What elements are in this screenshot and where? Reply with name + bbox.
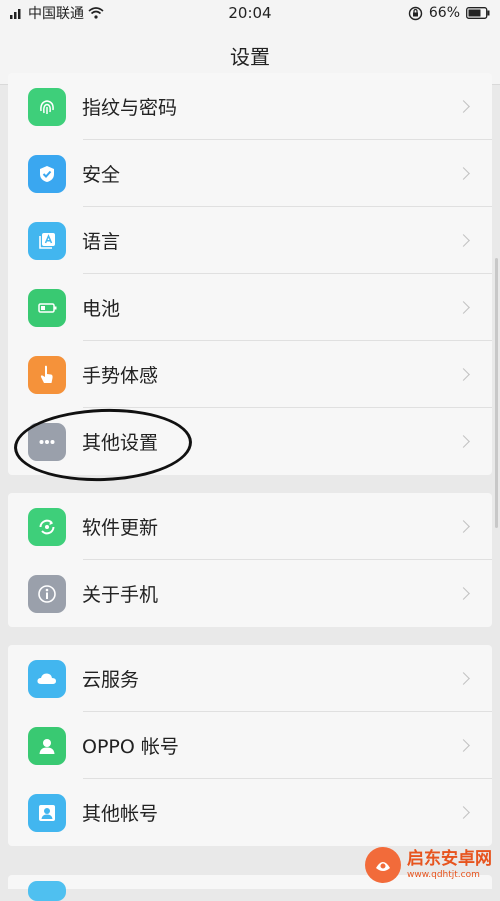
battery-icon xyxy=(28,288,66,327)
group-gap xyxy=(0,627,500,645)
chevron-right-icon xyxy=(457,301,470,314)
settings-group-2: 软件更新 关于手机 xyxy=(8,493,492,627)
chevron-right-icon xyxy=(457,587,470,600)
shield-icon xyxy=(28,154,66,193)
account-icon xyxy=(28,726,66,765)
page-title: 设置 xyxy=(230,44,270,69)
update-icon xyxy=(28,507,66,546)
chevron-right-icon xyxy=(457,672,470,685)
chevron-right-icon xyxy=(457,806,470,819)
settings-item-battery[interactable]: 电池 xyxy=(8,274,492,341)
chevron-right-icon xyxy=(457,234,470,247)
watermark-logo-icon xyxy=(365,847,401,883)
fingerprint-icon xyxy=(28,87,66,126)
settings-item-label: 电池 xyxy=(82,298,121,320)
settings-item-label: 语言 xyxy=(82,231,121,253)
chevron-right-icon xyxy=(457,100,470,113)
settings-item-language[interactable]: 语言 xyxy=(8,207,492,274)
settings-item-security[interactable]: 安全 xyxy=(8,140,492,207)
info-icon xyxy=(28,574,66,613)
settings-item-label: 安全 xyxy=(82,164,121,186)
chevron-right-icon xyxy=(457,520,470,533)
settings-item-fingerprint[interactable]: 指纹与密码 xyxy=(8,73,492,140)
clock: 20:04 xyxy=(228,4,272,22)
settings-item-oppo-account[interactable]: OPPO 帐号 xyxy=(8,712,492,779)
settings-item-cloud[interactable]: 云服务 xyxy=(8,645,492,712)
chevron-right-icon xyxy=(457,368,470,381)
settings-item-software-update[interactable]: 软件更新 xyxy=(8,493,492,560)
settings-item-label: 其他设置 xyxy=(82,432,159,454)
watermark-sub: www.qdhtjt.com xyxy=(407,869,480,880)
language-icon xyxy=(28,221,66,260)
more-icon xyxy=(28,422,66,461)
settings-item-label: OPPO 帐号 xyxy=(82,736,179,758)
settings-group-1: 指纹与密码 安全 语言 电池 手势体感 其他设置 xyxy=(8,73,492,475)
settings-item-label: 云服务 xyxy=(82,669,140,691)
watermark-text: 启东安卓网 www.qdhtjt.com xyxy=(407,848,492,880)
settings-item-other-accounts[interactable]: 其他帐号 xyxy=(8,779,492,846)
status-bar: 中国联通 20:04 66% xyxy=(0,0,500,26)
chevron-right-icon xyxy=(457,435,470,448)
chevron-right-icon xyxy=(457,739,470,752)
group-gap xyxy=(0,475,500,493)
scrollbar[interactable] xyxy=(495,258,498,528)
settings-item-label: 手势体感 xyxy=(82,365,159,387)
settings-item-label: 其他帐号 xyxy=(82,803,159,825)
watermark: 启东安卓网 www.qdhtjt.com xyxy=(365,847,492,883)
settings-item-label: 软件更新 xyxy=(82,517,159,539)
cloud-icon xyxy=(28,659,66,698)
settings-item-label: 关于手机 xyxy=(82,584,159,606)
settings-item-label: 指纹与密码 xyxy=(82,97,178,119)
settings-group-3: 云服务 OPPO 帐号 其他帐号 xyxy=(8,645,492,846)
settings-item-other[interactable]: 其他设置 xyxy=(8,408,492,475)
partial-icon xyxy=(28,881,66,901)
gesture-icon xyxy=(28,355,66,394)
settings-item-gesture[interactable]: 手势体感 xyxy=(8,341,492,408)
chevron-right-icon xyxy=(457,167,470,180)
accounts-icon xyxy=(28,793,66,832)
watermark-main: 启东安卓网 xyxy=(407,848,492,869)
settings-item-about-phone[interactable]: 关于手机 xyxy=(8,560,492,627)
